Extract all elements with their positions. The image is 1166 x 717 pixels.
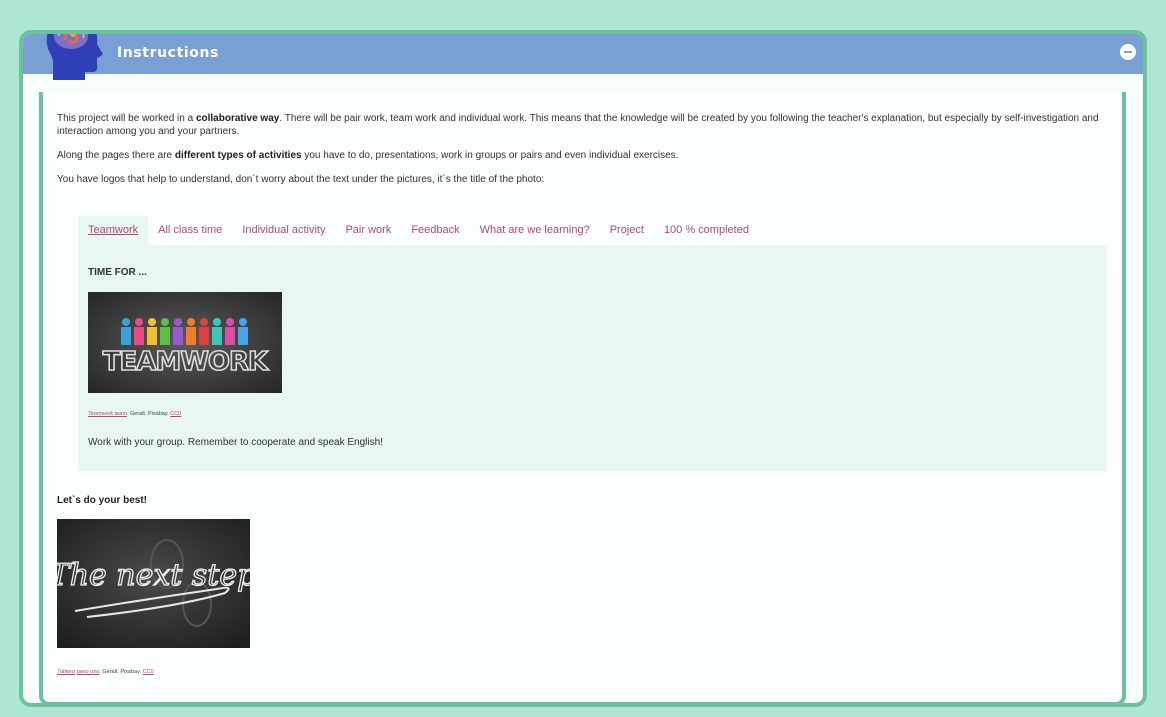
intro-paragraph-1: This project will be worked in a collabo… bbox=[57, 113, 1099, 137]
tab-panel-teamwork: TIME FOR ... TEAMWORK Teamwork team. Ger… bbox=[78, 245, 1107, 471]
person-figure-head bbox=[122, 318, 130, 326]
person-figure-body bbox=[160, 327, 170, 345]
teamwork-credit: Teamwork team. Geralt. Pixabay. CC0 bbox=[88, 411, 182, 417]
person-figure-head bbox=[213, 318, 221, 326]
tab-project[interactable]: Project bbox=[600, 216, 654, 245]
tab-100-completed[interactable]: 100 % completed bbox=[654, 216, 759, 245]
person-figure-body bbox=[186, 327, 196, 345]
tab-all-class-time[interactable]: All class time bbox=[148, 216, 232, 245]
teamwork-image-text: TEAMWORK bbox=[103, 347, 269, 377]
box-header[interactable]: Instructions bbox=[23, 34, 1143, 74]
person-figure-head bbox=[135, 318, 143, 326]
person-figure-body bbox=[238, 327, 248, 345]
person-figure-head bbox=[174, 318, 182, 326]
person-figure-head bbox=[187, 318, 195, 326]
person-figure-head bbox=[148, 318, 156, 326]
teamwork-image: TEAMWORK bbox=[88, 292, 282, 393]
tab-individual-activity[interactable]: Individual activity bbox=[232, 216, 335, 245]
person-figure-head bbox=[239, 318, 247, 326]
credit-link-paso-uno[interactable]: paso uno bbox=[77, 669, 100, 675]
minus-circle-icon[interactable] bbox=[1120, 44, 1136, 60]
next-step-credit: Tablero paso uno. Geralt. Pixabay. CC0 bbox=[57, 669, 154, 675]
person-figure-head bbox=[226, 318, 234, 326]
person-figure-body bbox=[121, 327, 131, 345]
tab-pair-work[interactable]: Pair work bbox=[335, 216, 401, 245]
best-heading: Let`s do your best! bbox=[57, 495, 148, 506]
person-figure-body bbox=[147, 327, 157, 345]
brain-head-icon bbox=[41, 34, 111, 82]
instructions-box: Instructions This project will be worked… bbox=[19, 30, 1147, 707]
person-figure-body bbox=[225, 327, 235, 345]
box-title: Instructions bbox=[117, 45, 219, 61]
person-figure-body bbox=[199, 327, 209, 345]
instructions-content-frame: This project will be worked in a collabo… bbox=[39, 92, 1126, 703]
person-figure-body bbox=[134, 327, 144, 345]
next-step-image: The next step bbox=[49, 519, 257, 648]
person-figure-body bbox=[173, 327, 183, 345]
person-figure-head bbox=[200, 318, 208, 326]
intro-paragraph-2: Along the pages there are different type… bbox=[57, 150, 679, 161]
panel-heading: TIME FOR ... bbox=[88, 267, 147, 278]
person-figure-head bbox=[161, 318, 169, 326]
tab-bar: Teamwork All class time Individual activ… bbox=[78, 216, 1107, 245]
credit-link-teamwork-team[interactable]: Teamwork team bbox=[88, 411, 127, 417]
intro-text: This project will be worked in a collabo… bbox=[57, 112, 1121, 197]
credit-license-link[interactable]: CC0 bbox=[170, 411, 181, 417]
activity-tabs: Teamwork All class time Individual activ… bbox=[78, 216, 1107, 471]
credit-license-link-2[interactable]: CC0 bbox=[143, 669, 154, 675]
person-figure-body bbox=[212, 327, 222, 345]
intro-paragraph-3: You have logos that help to understand, … bbox=[57, 174, 545, 185]
tab-feedback[interactable]: Feedback bbox=[401, 216, 469, 245]
tab-teamwork[interactable]: Teamwork bbox=[78, 216, 149, 245]
panel-instruction-text: Work with your group. Remember to cooper… bbox=[88, 437, 383, 448]
credit-link-tablero[interactable]: Tablero bbox=[57, 669, 75, 675]
tab-what-are-we-learning[interactable]: What are we learning? bbox=[470, 216, 600, 245]
